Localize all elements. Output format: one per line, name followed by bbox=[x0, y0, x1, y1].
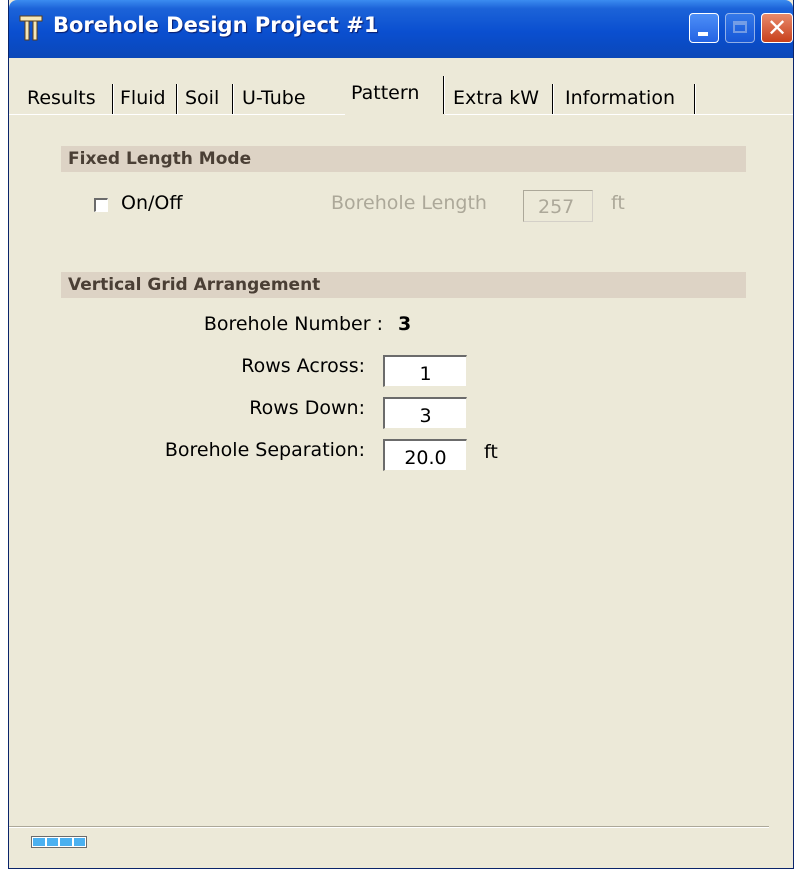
borehole-separation-input[interactable]: 20.0 bbox=[383, 439, 467, 471]
close-button[interactable]: ✕ bbox=[761, 13, 793, 43]
status-separator bbox=[9, 826, 769, 827]
tab-soil[interactable]: Soil bbox=[185, 82, 233, 114]
tab-results[interactable]: Results bbox=[27, 82, 113, 114]
vertical-grid-heading: Vertical Grid Arrangement bbox=[61, 272, 746, 298]
rows-across-label: Rows Across: bbox=[241, 355, 365, 377]
progress-segment bbox=[33, 838, 45, 846]
tab-strip: Results Fluid Soil U-Tube Pattern Extra … bbox=[9, 74, 793, 115]
borehole-length-unit: ft bbox=[611, 192, 625, 214]
tab-pattern[interactable]: Pattern bbox=[351, 74, 444, 114]
rows-down-input[interactable]: 3 bbox=[383, 397, 467, 429]
on-off-checkbox-label[interactable]: On/Off bbox=[121, 192, 182, 214]
borehole-separation-label: Borehole Separation: bbox=[164, 439, 365, 461]
borehole-number-value: 3 bbox=[398, 313, 412, 335]
rows-down-label: Rows Down: bbox=[249, 397, 365, 419]
tab-extra-kw[interactable]: Extra kW bbox=[453, 82, 553, 114]
app-window: Borehole Design Project #1 ✕ Results Flu… bbox=[8, 0, 794, 869]
borehole-number-label: Borehole Number : bbox=[203, 313, 383, 335]
rows-across-input[interactable]: 1 bbox=[383, 355, 467, 387]
borehole-separation-unit: ft bbox=[484, 441, 498, 463]
close-icon: ✕ bbox=[766, 14, 788, 42]
progress-segment bbox=[46, 838, 58, 846]
fixed-length-mode-heading: Fixed Length Mode bbox=[61, 146, 746, 172]
tab-u-tube[interactable]: U-Tube bbox=[242, 82, 337, 114]
tab-baseline-left bbox=[9, 114, 345, 115]
on-off-checkbox[interactable] bbox=[94, 198, 108, 212]
tab-baseline-right bbox=[445, 114, 793, 115]
maximize-button[interactable] bbox=[725, 13, 755, 43]
progress-segment bbox=[60, 838, 72, 846]
tab-fluid[interactable]: Fluid bbox=[120, 82, 177, 114]
borehole-length-input: 257 bbox=[523, 190, 593, 222]
minimize-icon bbox=[698, 32, 708, 36]
progress-segment bbox=[73, 838, 85, 846]
tab-information[interactable]: Information bbox=[565, 82, 695, 114]
borehole-length-label: Borehole Length bbox=[331, 192, 487, 214]
progress-indicator-icon bbox=[31, 836, 87, 848]
maximize-icon bbox=[733, 21, 747, 33]
window-title: Borehole Design Project #1 bbox=[53, 13, 379, 37]
minimize-button[interactable] bbox=[689, 13, 719, 43]
borehole-app-icon bbox=[19, 15, 43, 41]
title-bar[interactable]: Borehole Design Project #1 ✕ bbox=[9, 0, 793, 58]
